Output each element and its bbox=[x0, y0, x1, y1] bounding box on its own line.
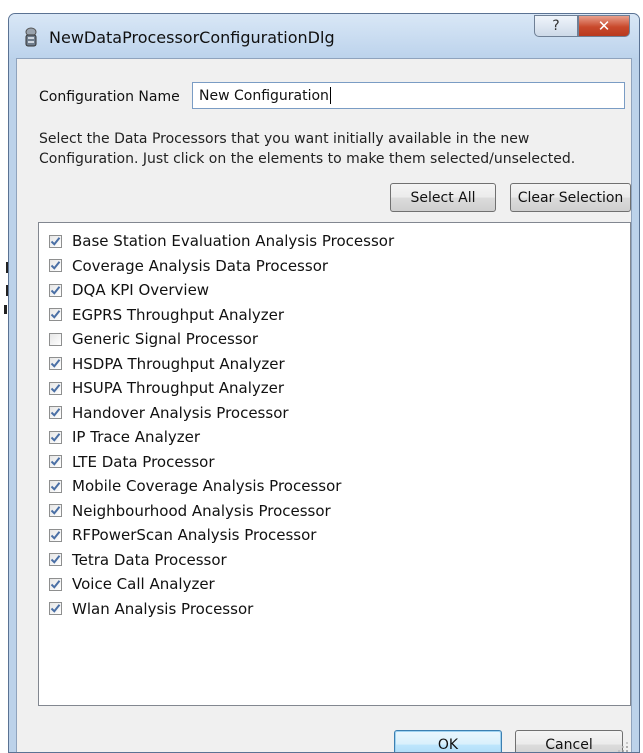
checkbox-checked[interactable] bbox=[49, 308, 62, 322]
instructions-line: Configuration. Just click on the element… bbox=[39, 151, 576, 167]
help-button[interactable]: ? bbox=[534, 15, 578, 37]
check-icon bbox=[50, 481, 61, 491]
dialog-window: NewDataProcessorConfigurationDlg ? ✕ Con… bbox=[8, 13, 640, 753]
resize-grip-icon[interactable] bbox=[617, 738, 629, 752]
processor-label: Voice Call Analyzer bbox=[72, 575, 215, 594]
close-button[interactable]: ✕ bbox=[578, 15, 630, 37]
instructions-text: Select the Data Processors that you want… bbox=[39, 129, 629, 169]
check-icon bbox=[50, 506, 61, 516]
data-processor-list[interactable]: Base Station Evaluation Analysis Process… bbox=[38, 222, 631, 706]
checkbox-checked[interactable] bbox=[49, 259, 62, 273]
check-icon bbox=[50, 261, 61, 271]
checkbox-checked[interactable] bbox=[49, 406, 62, 420]
check-icon bbox=[50, 530, 61, 540]
check-icon bbox=[50, 236, 61, 246]
list-item[interactable]: DQA KPI Overview bbox=[39, 278, 630, 303]
list-item[interactable]: Voice Call Analyzer bbox=[39, 572, 630, 597]
list-item[interactable]: Mobile Coverage Analysis Processor bbox=[39, 474, 630, 499]
checkbox-checked[interactable] bbox=[49, 283, 62, 297]
instructions-line: Select the Data Processors that you want… bbox=[39, 131, 530, 147]
check-icon bbox=[50, 359, 61, 369]
help-icon: ? bbox=[552, 18, 560, 34]
processor-label: Tetra Data Processor bbox=[72, 550, 227, 569]
configuration-name-input[interactable]: New Configuration bbox=[192, 82, 625, 109]
processor-label: HSUPA Throughput Analyzer bbox=[72, 379, 285, 398]
processor-label: IP Trace Analyzer bbox=[72, 428, 201, 447]
processor-label: Mobile Coverage Analysis Processor bbox=[72, 477, 342, 496]
processor-label: Generic Signal Processor bbox=[72, 330, 259, 349]
checkbox-checked[interactable] bbox=[49, 357, 62, 371]
list-item[interactable]: Generic Signal Processor bbox=[39, 327, 630, 352]
checkbox-checked[interactable] bbox=[49, 479, 62, 493]
checkbox-checked[interactable] bbox=[49, 602, 62, 616]
checkbox-checked[interactable] bbox=[49, 430, 62, 444]
dialog-client-area: Configuration Name New Configuration Sel… bbox=[16, 58, 632, 752]
processor-label: Coverage Analysis Data Processor bbox=[72, 256, 329, 275]
list-item[interactable]: IP Trace Analyzer bbox=[39, 425, 630, 450]
list-item[interactable]: Neighbourhood Analysis Processor bbox=[39, 499, 630, 524]
background-window-edge bbox=[4, 305, 7, 314]
checkbox-checked[interactable] bbox=[49, 504, 62, 518]
check-icon bbox=[50, 457, 61, 467]
list-item[interactable]: RFPowerScan Analysis Processor bbox=[39, 523, 630, 548]
list-item[interactable]: HSDPA Throughput Analyzer bbox=[39, 352, 630, 377]
ok-button[interactable]: OK bbox=[394, 730, 502, 752]
select-all-button[interactable]: Select All bbox=[390, 183, 496, 212]
window-title: NewDataProcessorConfigurationDlg bbox=[49, 28, 335, 47]
processor-label: DQA KPI Overview bbox=[72, 281, 210, 300]
clear-selection-button[interactable]: Clear Selection bbox=[510, 183, 631, 212]
check-icon bbox=[50, 579, 61, 589]
check-icon bbox=[50, 285, 61, 295]
checkbox-unchecked[interactable] bbox=[49, 332, 62, 346]
check-icon bbox=[50, 604, 61, 614]
list-item[interactable]: HSUPA Throughput Analyzer bbox=[39, 376, 630, 401]
checkbox-checked[interactable] bbox=[49, 381, 62, 395]
list-item[interactable]: Coverage Analysis Data Processor bbox=[39, 254, 630, 279]
list-item[interactable]: EGPRS Throughput Analyzer bbox=[39, 303, 630, 328]
processor-label: Base Station Evaluation Analysis Process… bbox=[72, 232, 395, 251]
list-item[interactable]: Base Station Evaluation Analysis Process… bbox=[39, 229, 630, 254]
checkbox-checked[interactable] bbox=[49, 528, 62, 542]
checkbox-checked[interactable] bbox=[49, 234, 62, 248]
checkbox-checked[interactable] bbox=[49, 455, 62, 469]
configuration-name-label: Configuration Name bbox=[39, 89, 180, 105]
app-icon bbox=[23, 26, 39, 48]
screen: NewDataProcessorConfigurationDlg ? ✕ Con… bbox=[0, 0, 643, 753]
processor-label: Wlan Analysis Processor bbox=[72, 599, 254, 618]
processor-label: Neighbourhood Analysis Processor bbox=[72, 501, 331, 520]
list-item[interactable]: Handover Analysis Processor bbox=[39, 401, 630, 426]
check-icon bbox=[50, 432, 61, 442]
checkbox-checked[interactable] bbox=[49, 577, 62, 591]
processor-label: RFPowerScan Analysis Processor bbox=[72, 526, 317, 545]
processor-label: LTE Data Processor bbox=[72, 452, 215, 471]
title-bar[interactable]: NewDataProcessorConfigurationDlg ? ✕ bbox=[9, 14, 639, 58]
processor-label: Handover Analysis Processor bbox=[72, 403, 289, 422]
list-item[interactable]: Tetra Data Processor bbox=[39, 548, 630, 573]
text-caret bbox=[329, 87, 331, 104]
cancel-button[interactable]: Cancel bbox=[515, 730, 623, 752]
checkbox-checked[interactable] bbox=[49, 553, 62, 567]
configuration-name-value: New Configuration bbox=[199, 87, 329, 104]
processor-label: HSDPA Throughput Analyzer bbox=[72, 354, 285, 373]
check-icon bbox=[50, 383, 61, 393]
list-item[interactable]: LTE Data Processor bbox=[39, 450, 630, 475]
list-item[interactable]: Wlan Analysis Processor bbox=[39, 597, 630, 622]
check-icon bbox=[50, 310, 61, 320]
processor-label: EGPRS Throughput Analyzer bbox=[72, 305, 285, 324]
check-icon bbox=[50, 555, 61, 565]
check-icon bbox=[50, 408, 61, 418]
close-icon: ✕ bbox=[597, 17, 611, 35]
